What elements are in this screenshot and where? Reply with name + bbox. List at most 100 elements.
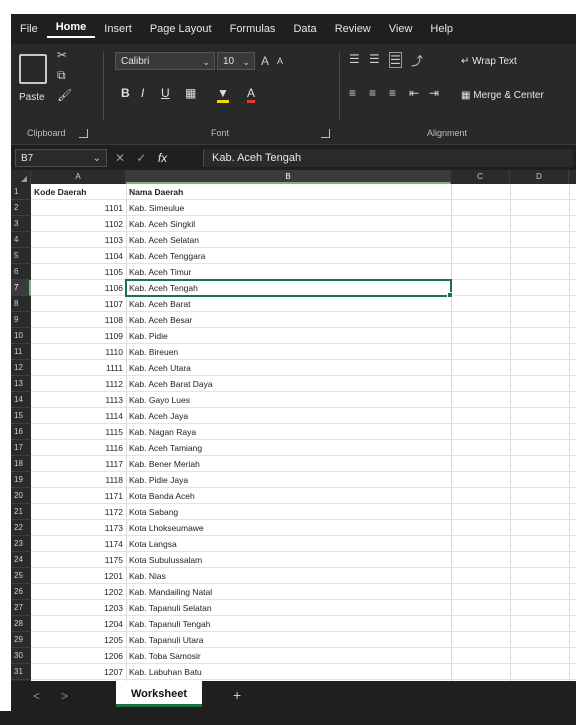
row-header[interactable]: 20 [11,488,31,504]
cell-kode[interactable]: 1118 [31,472,126,488]
cell-kode[interactable]: 1206 [31,648,126,664]
row-header[interactable]: 12 [11,360,31,376]
cell-nama[interactable]: Kab. Aceh Singkil [126,216,451,232]
fill-color-button[interactable]: ▼ [217,86,229,103]
cell-nama[interactable]: Kota Banda Aceh [126,488,451,504]
row-header[interactable]: 4 [11,232,31,248]
row-header[interactable]: 15 [11,408,31,424]
font-name-dropdown[interactable]: Calibri ⌄ [115,52,215,70]
column-header-d[interactable]: D [510,170,569,184]
cell-nama[interactable]: Kab. Tapanuli Utara [126,632,451,648]
align-right-icon[interactable]: ≡ [389,86,396,100]
row-header[interactable]: 17 [11,440,31,456]
menu-tab-page-layout[interactable]: Page Layout [141,23,221,35]
align-middle-icon[interactable]: ☰ [369,52,380,66]
cell-kode[interactable]: 1115 [31,424,126,440]
format-painter-icon[interactable]: 🖌 [57,88,72,102]
cell-nama[interactable]: Kab. Labuhan Batu [126,664,451,680]
sheet-tab-worksheet[interactable]: Worksheet [116,681,202,707]
cell-nama[interactable]: Kab. Aceh Barat [126,296,451,312]
row-header[interactable]: 23 [11,536,31,552]
paste-icon[interactable] [19,54,47,84]
enter-icon[interactable]: ✓ [136,151,146,165]
cell-nama[interactable]: Kab. Nagan Raya [126,424,451,440]
shrink-font-button[interactable]: A [277,56,283,66]
row-header[interactable]: 25 [11,568,31,584]
italic-button[interactable]: I [141,86,144,100]
insert-function-button[interactable]: fx [158,151,167,165]
cell-nama[interactable]: Kab. Bireuen [126,344,451,360]
row-header[interactable]: 2 [11,200,31,216]
align-top-icon[interactable]: ☰ [349,52,360,66]
orientation-icon[interactable]: ⤴ [411,52,423,69]
row-header[interactable]: 5 [11,248,31,264]
cell-nama[interactable]: Kab. Aceh Tamiang [126,440,451,456]
cell-kode[interactable]: 1205 [31,632,126,648]
row-header[interactable]: 9 [11,312,31,328]
borders-button[interactable]: ▦ [185,86,196,100]
cell-kode[interactable]: 1171 [31,488,126,504]
cell-kode[interactable]: 1109 [31,328,126,344]
cell-nama[interactable]: Kota Langsa [126,536,451,552]
cell-kode[interactable]: 1112 [31,376,126,392]
menu-tab-review[interactable]: Review [326,23,380,35]
cell-nama[interactable]: Kab. Simeulue [126,200,451,216]
cell-kode[interactable]: 1116 [31,440,126,456]
font-launcher-icon[interactable] [321,129,330,138]
bold-button[interactable]: B [121,86,130,100]
row-header[interactable]: 7 [11,280,31,296]
row-header[interactable]: 10 [11,328,31,344]
cell-kode[interactable]: 1102 [31,216,126,232]
cut-icon[interactable]: ✂ [57,48,67,62]
row-header[interactable]: 30 [11,648,31,664]
row-header[interactable]: 19 [11,472,31,488]
cell-header-nama-daerah[interactable]: Nama Daerah [126,184,451,200]
column-header-b[interactable]: B [126,170,451,184]
cell-kode[interactable]: 1104 [31,248,126,264]
cell-kode[interactable]: 1103 [31,232,126,248]
cell-nama[interactable]: Kota Lhokseumawe [126,520,451,536]
grow-font-button[interactable]: A [261,54,269,68]
cell-kode[interactable]: 1106 [31,280,126,296]
cell-nama[interactable]: Kab. Gayo Lues [126,392,451,408]
cell-nama[interactable]: Kab. Tapanuli Selatan [126,600,451,616]
row-header[interactable]: 22 [11,520,31,536]
row-header[interactable]: 31 [11,664,31,680]
cell-nama[interactable]: Kab. Toba Samosir [126,648,451,664]
cancel-icon[interactable]: ✕ [115,151,125,165]
cell-nama[interactable]: Kab. Aceh Besar [126,312,451,328]
add-sheet-button[interactable]: + [233,687,241,703]
font-size-dropdown[interactable]: 10 ⌄ [217,52,255,70]
menu-tab-insert[interactable]: Insert [95,23,141,35]
active-cell-selection[interactable] [125,279,453,298]
cell-kode[interactable]: 1173 [31,520,126,536]
row-header[interactable]: 26 [11,584,31,600]
cell-nama[interactable]: Kab. Aceh Tenggara [126,248,451,264]
cell-kode[interactable]: 1203 [31,600,126,616]
row-header[interactable]: 18 [11,456,31,472]
increase-indent-icon[interactable]: ⇥ [429,86,439,100]
cell-nama[interactable]: Kab. Aceh Selatan [126,232,451,248]
row-header[interactable]: 16 [11,424,31,440]
cell-kode[interactable]: 1207 [31,664,126,680]
menu-tab-view[interactable]: View [380,23,422,35]
menu-tab-formulas[interactable]: Formulas [221,23,285,35]
cell-nama[interactable]: Kab. Pidie Jaya [126,472,451,488]
row-header[interactable]: 8 [11,296,31,312]
cell-nama[interactable]: Kab. Aceh Barat Daya [126,376,451,392]
column-header-a[interactable]: A [31,170,126,184]
cell-kode[interactable]: 1108 [31,312,126,328]
row-header[interactable]: 21 [11,504,31,520]
next-sheet-button[interactable]: > [61,689,68,703]
cell-nama[interactable]: Kab. Bener Meriah [126,456,451,472]
name-box[interactable]: B7 ⌄ [15,149,107,167]
row-header[interactable]: 24 [11,552,31,568]
cell-kode[interactable]: 1117 [31,456,126,472]
row-header[interactable]: 11 [11,344,31,360]
row-header[interactable]: 28 [11,616,31,632]
column-header-c[interactable]: C [451,170,510,184]
cell-kode[interactable]: 1105 [31,264,126,280]
cell-kode[interactable]: 1111 [31,360,126,376]
prev-sheet-button[interactable]: < [33,689,40,703]
cell-nama[interactable]: Kab. Aceh Timur [126,264,451,280]
